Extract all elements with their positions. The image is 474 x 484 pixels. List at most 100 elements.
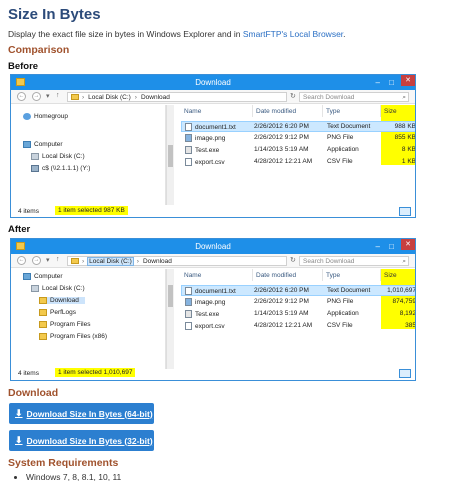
nav-download[interactable]: Download: [39, 297, 85, 304]
breadcrumb-local-disk[interactable]: Local Disk (C:): [87, 256, 134, 266]
before-status-bar: 4 items 1 item selected 987 KB: [11, 205, 415, 217]
file-type: PNG File: [327, 298, 354, 305]
before-nav-scrollbar[interactable]: [166, 105, 174, 205]
file-size: 1,010,697: [387, 287, 416, 294]
file-name: image.png: [185, 134, 225, 142]
close-button[interactable]: ✕: [401, 239, 415, 250]
breadcrumb-download[interactable]: Download: [142, 258, 173, 265]
item-count: 4 items: [18, 208, 39, 215]
nav-computer[interactable]: Computer: [23, 273, 63, 280]
maximize-button[interactable]: □: [389, 242, 394, 251]
breadcrumb-download[interactable]: Download: [140, 94, 171, 101]
scroll-thumb[interactable]: [168, 285, 173, 307]
file-name-text: export.csv: [195, 158, 225, 166]
selection-info: 1 item selected 1,010,697: [55, 368, 136, 377]
requirements-list: Windows 7, 8, 8.1, 10, 11: [26, 472, 121, 482]
selection-info: 1 item selected 987 KB: [55, 206, 128, 215]
nav-local-disk[interactable]: Local Disk (C:): [31, 285, 85, 292]
refresh-icon[interactable]: ↻: [290, 256, 296, 264]
file-date: 1/14/2013 5:19 AM: [254, 146, 309, 153]
nav-label: c$ (\\2.1.1.1) (Y:): [42, 165, 91, 172]
nav-perflogs[interactable]: PerfLogs: [39, 309, 76, 316]
image-file-icon: [185, 298, 192, 306]
recent-dropdown-icon[interactable]: ▾: [46, 256, 50, 264]
after-label: After: [8, 224, 31, 235]
scroll-thumb[interactable]: [168, 145, 173, 167]
download-32bit-button[interactable]: ⬇ Download Size In Bytes (32-bit): [9, 430, 154, 451]
disk-icon: [31, 285, 39, 292]
column-size[interactable]: Size: [381, 105, 415, 117]
file-type: PNG File: [327, 134, 354, 141]
maximize-button[interactable]: □: [389, 78, 394, 87]
file-name-text: document1.txt: [195, 287, 236, 295]
forward-button[interactable]: →: [32, 92, 41, 101]
refresh-icon[interactable]: ↻: [290, 92, 296, 100]
table-row[interactable]: document1.txt 2/26/2012 6:20 PM Text Doc…: [181, 121, 415, 132]
csv-file-icon: [185, 322, 192, 330]
column-name[interactable]: Name: [181, 269, 253, 281]
after-address-row: ← → ▾ ↑ › Local Disk (C:) › Download ↻ S…: [11, 254, 415, 268]
column-size[interactable]: Size: [381, 269, 415, 281]
minimize-button[interactable]: –: [376, 78, 380, 87]
file-name: image.png: [185, 298, 225, 306]
intro-end: .: [343, 29, 346, 39]
file-type: Application: [327, 146, 359, 153]
file-size: 8 KB: [401, 146, 416, 153]
folder-icon: [39, 333, 47, 340]
after-navigation-pane: Computer Local Disk (C:) Download PerfLo…: [11, 269, 166, 369]
nav-program-files-x86[interactable]: Program Files (x86): [39, 333, 107, 340]
file-name-text: image.png: [195, 134, 226, 142]
column-date-modified[interactable]: Date modified: [253, 105, 323, 117]
back-button[interactable]: ←: [17, 92, 26, 101]
text-file-icon: [185, 287, 192, 295]
close-button[interactable]: ✕: [401, 75, 415, 86]
table-row[interactable]: image.png 2/26/2012 9:12 PM PNG File 855…: [181, 133, 415, 144]
table-row[interactable]: Test.exe 1/14/2013 5:19 AM Application 8…: [181, 145, 416, 156]
back-button[interactable]: ←: [17, 256, 26, 265]
column-name[interactable]: Name: [181, 105, 253, 117]
recent-dropdown-icon[interactable]: ▾: [46, 92, 50, 100]
column-type[interactable]: Type: [323, 269, 381, 281]
nav-network-drive[interactable]: c$ (\\2.1.1.1) (Y:): [31, 165, 90, 172]
details-view-icon[interactable]: [399, 369, 411, 378]
up-button[interactable]: ↑: [56, 256, 60, 263]
folder-icon: [39, 297, 47, 304]
after-window-title: Download: [195, 242, 231, 251]
before-address-bar[interactable]: › Local Disk (C:) › Download: [67, 92, 287, 102]
breadcrumb-local-disk[interactable]: Local Disk (C:): [87, 94, 132, 101]
table-row[interactable]: export.csv 4/28/2012 12:21 AM CSV File 3…: [181, 321, 416, 332]
after-address-bar[interactable]: › Local Disk (C:) › Download: [67, 256, 287, 266]
nav-homegroup[interactable]: Homegroup: [23, 113, 68, 120]
search-placeholder: Search Download: [303, 94, 355, 101]
forward-button[interactable]: →: [32, 256, 41, 265]
nav-program-files[interactable]: Program Files: [39, 321, 90, 328]
up-button[interactable]: ↑: [56, 92, 60, 99]
minimize-button[interactable]: –: [376, 242, 380, 251]
before-window-title: Download: [195, 78, 231, 87]
download-icon: ⬇: [15, 435, 23, 445]
download-32bit-label: Download Size In Bytes (32-bit): [26, 435, 153, 446]
download-64bit-button[interactable]: ⬇ Download Size In Bytes (64-bit): [9, 403, 154, 424]
details-view-icon[interactable]: [399, 207, 411, 216]
file-size: 385: [405, 322, 416, 329]
smartftp-link[interactable]: SmartFTP's Local Browser: [243, 29, 343, 39]
nav-label: Local Disk (C:): [42, 285, 85, 292]
table-row[interactable]: export.csv 4/28/2012 12:21 AM CSV File 1…: [181, 157, 415, 168]
table-row[interactable]: document1.txt 2/26/2012 6:20 PM Text Doc…: [181, 285, 416, 296]
table-row[interactable]: image.png 2/26/2012 9:12 PM PNG File 874…: [181, 297, 415, 308]
after-search-box[interactable]: Search Download ⌕: [299, 256, 409, 266]
column-type[interactable]: Type: [323, 105, 381, 117]
before-search-box[interactable]: Search Download ⌕: [299, 92, 409, 102]
column-date-modified[interactable]: Date modified: [253, 269, 323, 281]
folder-icon: [71, 258, 79, 264]
file-date: 2/26/2012 6:20 PM: [254, 287, 309, 294]
system-requirements-heading: System Requirements: [8, 457, 119, 469]
nav-label: Download: [50, 297, 79, 304]
nav-computer[interactable]: Computer: [23, 141, 63, 148]
nav-label: Local Disk (C:): [42, 153, 85, 160]
file-name: Test.exe: [185, 310, 219, 318]
nav-local-disk[interactable]: Local Disk (C:): [31, 153, 85, 160]
page-title: Size In Bytes: [8, 6, 101, 23]
after-nav-scrollbar[interactable]: [166, 269, 174, 369]
table-row[interactable]: Test.exe 1/14/2013 5:19 AM Application 8…: [181, 309, 415, 320]
